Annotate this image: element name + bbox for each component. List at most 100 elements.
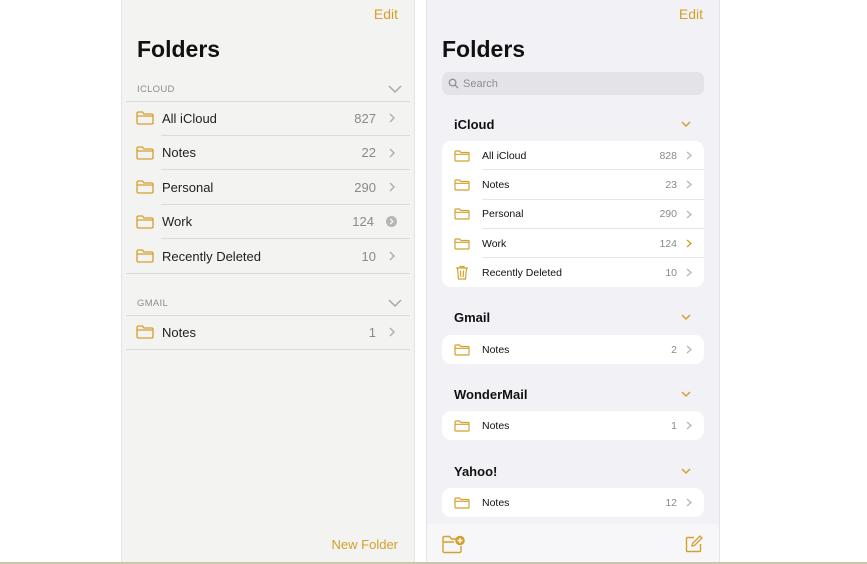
folder-name: Notes [162,145,196,161]
folder-name: Notes [482,178,510,191]
folder-name: Notes [482,419,510,432]
folder-row-work[interactable]: Work 124 [442,229,704,259]
note-count: 22 [361,145,376,161]
wondermail-folder-card: Notes 1 [442,411,704,441]
search-input[interactable] [463,77,663,90]
section-label: Yahoo! [454,463,498,479]
section-label: iCloud [454,116,495,132]
note-count: 828 [659,149,677,162]
trash-icon [456,266,468,280]
note-count: 290 [354,179,376,195]
edit-button[interactable]: Edit [374,6,398,22]
section-label: ICLOUD [137,83,175,95]
folder-row-recently-deleted[interactable]: Recently Deleted 10 [442,258,704,287]
chevron-right-icon [686,239,692,248]
chevron-down-icon [681,467,691,474]
chevron-right-icon [686,421,692,430]
folder-icon [136,111,154,125]
section-label: WonderMail [454,386,528,402]
chevron-right-icon [686,268,692,277]
folder-row-yahoo-notes[interactable]: Notes 12 [442,488,704,517]
gmail-folder-list: Notes 1 [126,315,410,350]
compose-icon[interactable] [685,535,703,553]
note-count: 23 [665,178,677,191]
section-label: Gmail [454,309,491,325]
folder-row-all-icloud[interactable]: All iCloud 828 [442,141,704,171]
folder-icon [136,325,154,339]
folder-icon [454,420,470,432]
folder-row-notes[interactable]: Notes 23 [442,170,704,200]
edit-button[interactable]: Edit [679,6,703,22]
folder-name: Notes [482,343,510,356]
note-count: 1 [368,324,376,340]
folder-row-recently-deleted[interactable]: Recently Deleted 10 [126,239,410,274]
icloud-folder-card: All iCloud 828 Notes 23 Personal 290 Wor… [442,141,704,288]
section-header-wondermail[interactable]: WonderMail [454,384,691,404]
folder-row-notes[interactable]: Notes 22 [126,136,410,171]
folder-name: Work [162,214,193,230]
folder-icon [136,215,154,229]
chevron-right-icon [389,148,396,158]
note-count: 10 [361,248,376,264]
note-count: 124 [659,237,677,250]
new-folder-button[interactable]: New Folder [332,537,398,552]
chevron-right-icon [389,182,396,192]
folder-name: Personal [162,179,214,195]
gmail-folder-card: Notes 2 [442,335,704,365]
section-header-gmail[interactable]: GMAIL [137,293,402,313]
chevron-right-icon [686,180,692,189]
note-count: 2 [671,343,677,356]
info-icon[interactable] [386,216,397,228]
chevron-right-icon [686,498,692,507]
chevron-down-icon [681,120,691,127]
folder-icon [136,249,154,263]
folder-icon [454,344,470,356]
new-folder-icon[interactable] [442,535,466,554]
screen: Edit Folders ICLOUD All iCloud 827 Notes… [0,0,867,564]
folder-row-wondermail-notes[interactable]: Notes 1 [442,411,704,440]
yahoo-folder-card: Notes 12 [442,488,704,518]
chevron-right-icon [686,345,692,354]
folder-name: Notes [482,496,510,509]
chevron-right-icon [389,113,396,123]
folder-icon [454,179,470,191]
folder-row-personal[interactable]: Personal 290 [126,170,410,205]
notes-folders-old: Edit Folders ICLOUD All iCloud 827 Notes… [121,0,415,564]
chevron-right-icon [686,210,692,219]
note-count: 290 [659,208,677,221]
folder-icon [136,180,154,194]
folder-name: Personal [482,208,524,221]
chevron-down-icon [388,299,402,308]
folder-name: Recently Deleted [162,248,261,264]
section-header-icloud[interactable]: ICLOUD [137,79,402,99]
section-header-yahoo[interactable]: Yahoo! [454,461,691,481]
chevron-down-icon [681,390,691,397]
section-header-icloud[interactable]: iCloud [454,114,691,134]
search-bar[interactable] [442,72,704,95]
folder-icon [454,497,470,509]
folder-icon [136,146,154,160]
chevron-down-icon [388,85,402,94]
chevron-down-icon [681,313,691,320]
folder-name: All iCloud [162,110,217,126]
folder-name: All iCloud [482,149,527,162]
folder-name: Work [482,237,507,250]
bottom-toolbar [427,524,719,564]
folder-row-all-icloud[interactable]: All iCloud 827 [126,101,410,136]
folder-row-personal[interactable]: Personal 290 [442,200,704,230]
folder-name: Notes [162,324,196,340]
folder-icon [454,237,470,250]
section-label: GMAIL [137,297,169,309]
folder-row-gmail-notes[interactable]: Notes 1 [126,315,410,350]
folder-icon [454,208,470,220]
note-count: 827 [354,110,376,126]
chevron-right-icon [389,251,396,261]
note-count: 124 [352,214,374,230]
note-count: 10 [665,266,677,279]
folder-row-work[interactable]: Work 124 [126,205,410,240]
folder-row-gmail-notes[interactable]: Notes 2 [442,335,704,364]
section-header-gmail[interactable]: Gmail [454,307,691,327]
search-icon [448,78,459,89]
chevron-right-icon [686,151,692,160]
folder-name: Recently Deleted [482,266,562,279]
